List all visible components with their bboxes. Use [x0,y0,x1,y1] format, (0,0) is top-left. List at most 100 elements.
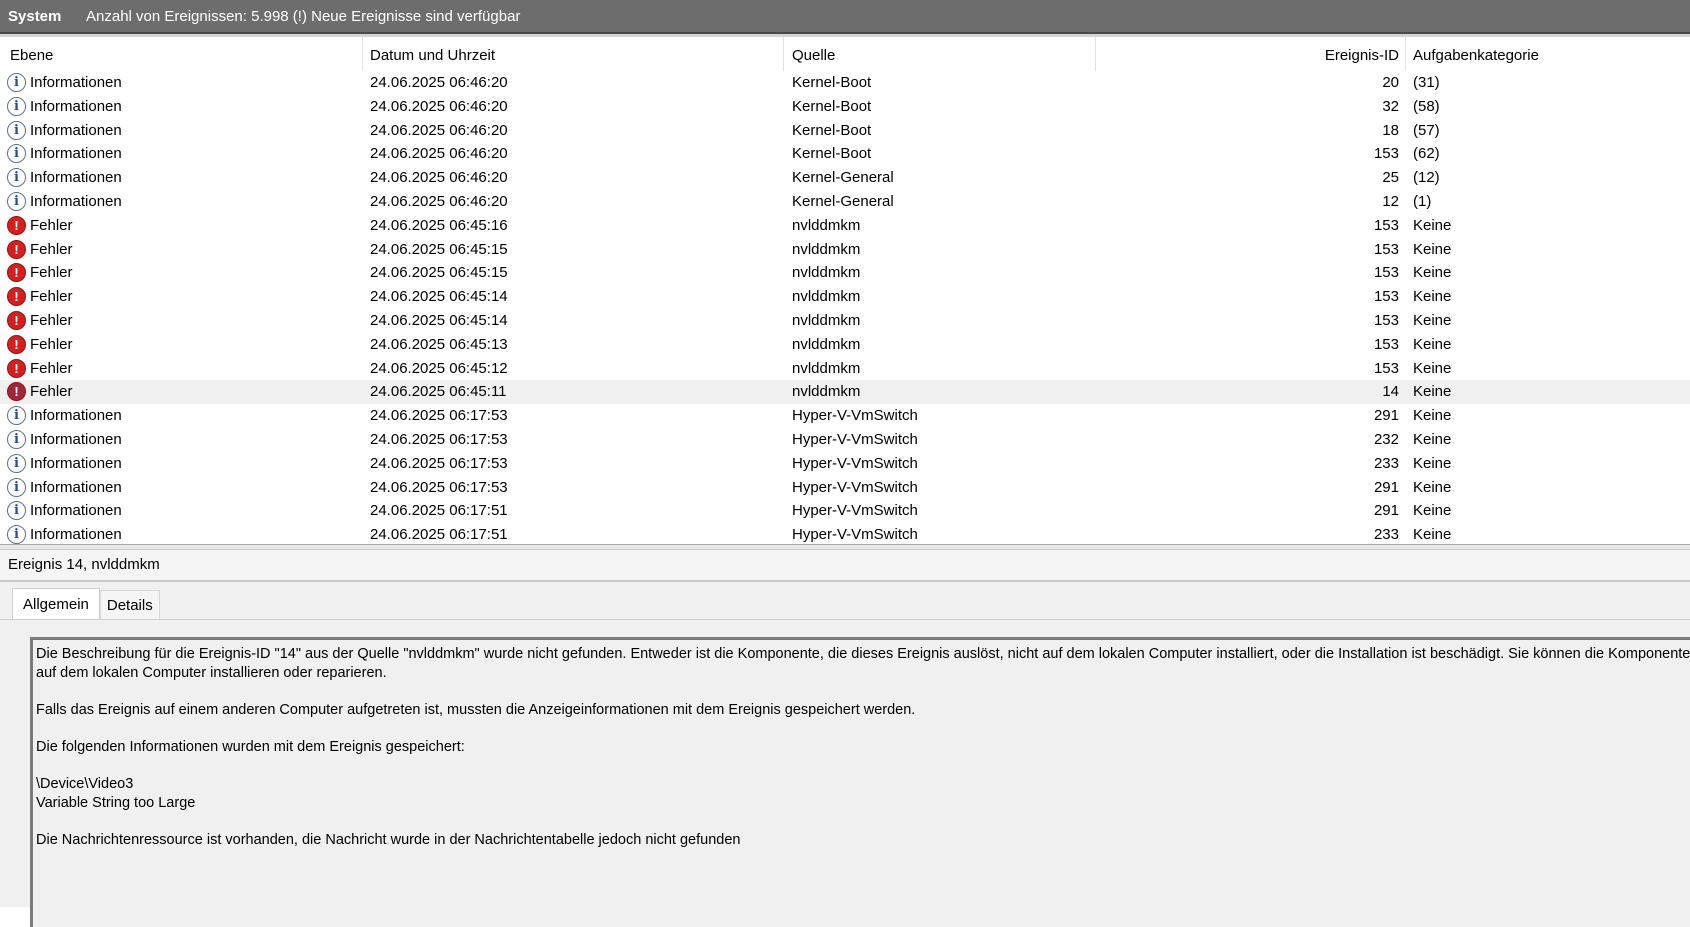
cell-source: Hyper-V-VmSwitch [792,526,918,544]
table-row[interactable]: i Informationen 24.06.2025 06:17:53 Hyper-V… [0,452,1690,476]
cell-event-id: 153 [1373,145,1399,163]
information-icon: i [7,453,26,473]
table-row[interactable]: i Informationen 24.06.2025 06:17:51 Hyper-V… [0,499,1690,523]
table-row[interactable]: ! Fehler 24.06.2025 06:45:13 nvlddmkm 153 Kei… [0,333,1690,357]
table-row[interactable]: ! Fehler 24.06.2025 06:45:14 nvlddmkm 153 Kei… [0,309,1690,333]
column-header-category[interactable]: Aufgabenkategorie [1413,47,1539,64]
cell-category: Keine [1413,216,1452,234]
cell-event-id: 153 [1373,216,1399,234]
cell-event-id: 153 [1373,240,1399,258]
cell-category: Keine [1413,526,1452,544]
cell-event-id: 291 [1373,502,1399,520]
column-divider[interactable] [783,37,784,71]
information-icon: i [7,477,26,497]
tab-allgemein[interactable]: Allgemein [12,588,100,620]
cell-level: Informationen [30,121,122,139]
cell-source: Hyper-V-VmSwitch [792,502,918,520]
cell-date: 24.06.2025 06:45:14 [370,311,508,329]
table-row[interactable]: i Informationen 24.06.2025 06:17:53 Hyper-V… [0,404,1690,428]
event-description[interactable]: Die Beschreibung für die Ereignis-ID "14… [30,637,1690,927]
cell-source: Kernel-General [792,192,894,210]
cell-level: Informationen [30,526,122,544]
tab-details[interactable]: Details [99,590,160,620]
table-row[interactable]: ! Fehler 24.06.2025 06:45:15 nvlddmkm 153 Kei… [0,261,1690,285]
cell-event-id: 153 [1373,335,1399,353]
table-row[interactable]: i Informationen 24.06.2025 06:46:20 Kernel-… [0,71,1690,95]
cell-source: Hyper-V-VmSwitch [792,478,918,496]
cell-category: Keine [1413,430,1452,448]
error-icon: ! [7,310,26,330]
cell-source: Kernel-Boot [792,145,872,163]
table-row[interactable]: ! Fehler 24.06.2025 06:45:11 nvlddmkm 14 Kein… [0,380,1690,405]
cell-date: 24.06.2025 06:17:53 [370,430,508,448]
table-row[interactable]: i Informationen 24.06.2025 06:46:20 Kernel-… [0,95,1690,119]
cell-source: Hyper-V-VmSwitch [792,454,918,472]
cell-category: Keine [1413,359,1452,377]
cell-event-id: 14 [1382,383,1399,401]
event-list[interactable]: Ebene Datum und Uhrzeit Quelle Ereignis-… [0,34,1690,545]
cell-event-id: 291 [1373,478,1399,496]
cell-source: nvlddmkm [792,311,861,329]
table-row[interactable]: i Informationen 24.06.2025 06:17:53 Hyper-V… [0,476,1690,500]
column-header-date[interactable]: Datum und Uhrzeit [370,47,495,64]
cell-category: Keine [1413,264,1452,282]
information-icon: i [7,191,26,211]
information-icon: i [7,429,26,449]
event-count-info[interactable]: Anzahl von Ereignissen: 5.998 (!) Neue E… [78,8,520,25]
column-divider[interactable] [1405,37,1406,71]
description-paragraph: Die folgenden Informationen wurden mit d… [36,738,465,755]
information-icon: i [7,120,26,140]
cell-source: Kernel-Boot [792,97,872,115]
cell-event-id: 232 [1373,430,1399,448]
table-row[interactable]: i Informationen 24.06.2025 06:46:20 Kernel-… [0,119,1690,143]
description-paragraph: Die Beschreibung für die Ereignis-ID "14… [36,646,1690,681]
header-bar: System Anzahl von Ereignissen: 5.998 (!)… [0,0,1690,34]
table-row[interactable]: ! Fehler 24.06.2025 06:45:16 nvlddmkm 153 Kei… [0,214,1690,238]
column-header-source[interactable]: Quelle [792,47,835,64]
information-icon: i [7,406,26,426]
table-row[interactable]: ! Fehler 24.06.2025 06:45:14 nvlddmkm 153 Kei… [0,285,1690,309]
cell-level: Informationen [30,454,122,472]
cell-date: 24.06.2025 06:46:20 [370,192,508,210]
description-paragraph: Die Nachrichtenressource ist vorhanden, … [36,831,741,848]
cell-category: Keine [1413,502,1452,520]
cell-event-id: 153 [1373,359,1399,377]
cell-date: 24.06.2025 06:46:20 [370,74,508,91]
detail-tabs: Allgemein Details [12,588,160,620]
cell-level: Informationen [30,502,122,520]
table-row[interactable]: i Informationen 24.06.2025 06:46:20 Kernel-… [0,190,1690,214]
cell-source: Hyper-V-VmSwitch [792,430,918,448]
cell-event-id: 153 [1373,288,1399,306]
cell-category: Keine [1413,311,1452,329]
cell-category: Keine [1413,288,1452,306]
column-header-level[interactable]: Ebene [10,47,53,64]
cell-level: Fehler [30,264,73,282]
column-divider[interactable] [362,37,363,71]
error-icon: ! [7,215,26,235]
table-row[interactable]: i Informationen 24.06.2025 06:46:20 Kernel-… [0,166,1690,190]
detail-pane: Ereignis 14, nvlddmkm Allgemein Details … [0,550,1690,927]
cell-source: nvlddmkm [792,216,861,234]
cell-category: (12) [1413,169,1440,187]
cell-category: Keine [1413,335,1452,353]
error-icon: ! [7,239,26,259]
cell-date: 24.06.2025 06:45:15 [370,240,508,258]
table-row[interactable]: ! Fehler 24.06.2025 06:45:12 nvlddmkm 153 Kei… [0,357,1690,381]
column-divider[interactable] [1095,37,1096,71]
cell-event-id: 291 [1373,407,1399,425]
cell-level: Fehler [30,216,73,234]
table-row[interactable]: i Informationen 24.06.2025 06:17:53 Hyper-V… [0,428,1690,452]
information-icon: i [7,501,26,521]
table-row[interactable]: i Informationen 24.06.2025 06:46:20 Kernel-… [0,142,1690,166]
cell-event-id: 12 [1382,192,1399,210]
cell-event-id: 153 [1373,311,1399,329]
cell-event-id: 233 [1373,526,1399,544]
information-icon: i [7,525,26,545]
cell-level: Informationen [30,145,122,163]
cell-category: (31) [1413,74,1440,91]
cell-source: Hyper-V-VmSwitch [792,407,918,425]
cell-source: nvlddmkm [792,383,861,401]
cell-level: Informationen [30,97,122,115]
column-header-event-id[interactable]: Ereignis-ID [1325,47,1399,64]
table-row[interactable]: ! Fehler 24.06.2025 06:45:15 nvlddmkm 153 Kei… [0,238,1690,262]
